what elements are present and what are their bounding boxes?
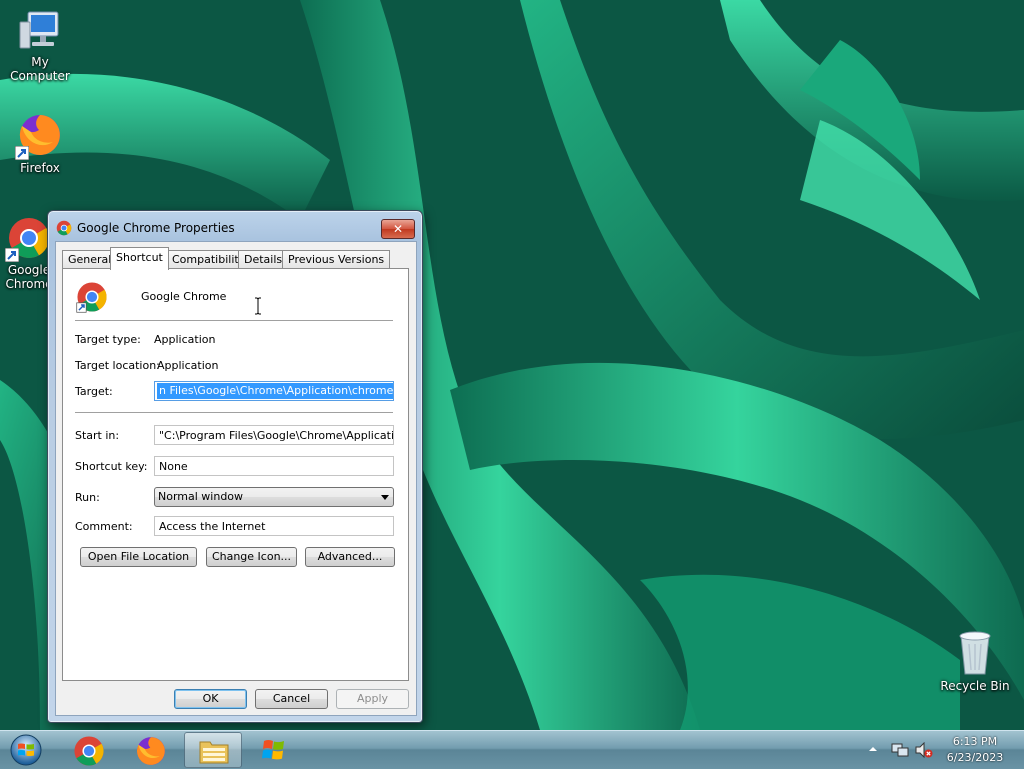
run-label: Run: [75,491,100,504]
file-explorer-icon [199,741,229,764]
start-in-input[interactable]: "C:\Program Files\Google\Chrome\Applicat… [154,425,394,445]
target-label: Target: [75,385,113,398]
dialog-titlebar[interactable]: Google Chrome Properties ✕ [48,211,422,243]
close-button[interactable]: ✕ [381,219,415,239]
start-in-label: Start in: [75,429,120,442]
open-file-location-button[interactable]: Open File Location [80,547,197,567]
separator [75,412,393,414]
taskbar-clock[interactable]: 6:13 PM 6/23/2023 [936,734,1014,766]
shortcut-key-input[interactable]: None [154,456,394,476]
desktop-icon-label: Recycle Bin [940,679,1010,693]
tab-shortcut[interactable]: Shortcut [110,247,169,270]
target-location-label: Target location: [75,359,160,372]
taskbar-windows-flag[interactable] [246,732,304,768]
comment-label: Comment: [75,520,133,533]
run-dropdown[interactable]: Normal window [154,487,394,507]
clock-date: 6/23/2023 [946,751,1004,764]
change-icon-button[interactable]: Change Icon... [206,547,297,567]
network-icon[interactable] [891,742,909,758]
desktop-icon-recycle-bin[interactable]: Recycle Bin [935,630,1015,693]
taskbar-chrome[interactable] [60,732,118,768]
taskbar-file-explorer[interactable] [184,732,242,768]
separator [75,320,393,322]
start-orb[interactable] [8,733,44,767]
chrome-icon [74,736,104,766]
shortcut-arrow-icon [15,146,29,160]
advanced-button[interactable]: Advanced... [305,547,395,567]
desktop-icon-firefox[interactable]: Firefox [0,112,80,175]
desktop-icon-label: Google Chrome [5,263,53,291]
ok-button[interactable]: OK [174,689,247,709]
show-hidden-icons-icon[interactable] [868,744,878,754]
dialog-title: Google Chrome Properties [77,221,235,235]
properties-dialog: Google Chrome Properties ✕ General Short… [47,210,423,723]
desktop-icon-label: Firefox [20,161,60,175]
target-type-value: Application [154,333,216,346]
recycle-bin-icon [959,631,991,675]
target-input-selection: n Files\Google\Chrome\Application\chrome… [157,383,393,399]
cancel-button[interactable]: Cancel [255,689,328,709]
shortcut-arrow-icon [5,248,19,262]
tab-previous-versions[interactable]: Previous Versions [282,250,391,269]
shortcut-key-label: Shortcut key: [75,460,148,473]
desktop-icon-my-computer[interactable]: My Computer [0,10,80,83]
volume-muted-icon[interactable] [915,742,933,758]
taskbar-firefox[interactable] [122,732,180,768]
desktop-icon-label: My Computer [10,55,70,83]
comment-input[interactable]: Access the Internet [154,516,394,536]
text-cursor-icon [255,297,261,315]
target-input[interactable]: n Files\Google\Chrome\Application\chrome… [154,381,394,401]
chevron-down-icon [381,495,389,500]
target-type-label: Target type: [75,333,141,346]
apply-button[interactable]: Apply [336,689,409,709]
computer-icon [19,11,59,49]
shortcut-tab-panel: Google Chrome Target type: Application T… [62,268,409,681]
clock-time: 6:13 PM [952,735,998,748]
dialog-client-area: General Shortcut Compatibility Details P… [55,241,417,716]
run-dropdown-value: Normal window [158,490,244,503]
taskbar: 6:13 PM 6/23/2023 [0,730,1024,769]
firefox-icon [136,737,165,765]
chrome-icon [76,282,107,313]
app-name: Google Chrome [141,290,227,303]
tab-details[interactable]: Details [238,250,289,269]
windows-flag-icon [262,740,284,760]
target-location-value: Application [157,359,219,372]
chrome-icon [56,220,72,236]
